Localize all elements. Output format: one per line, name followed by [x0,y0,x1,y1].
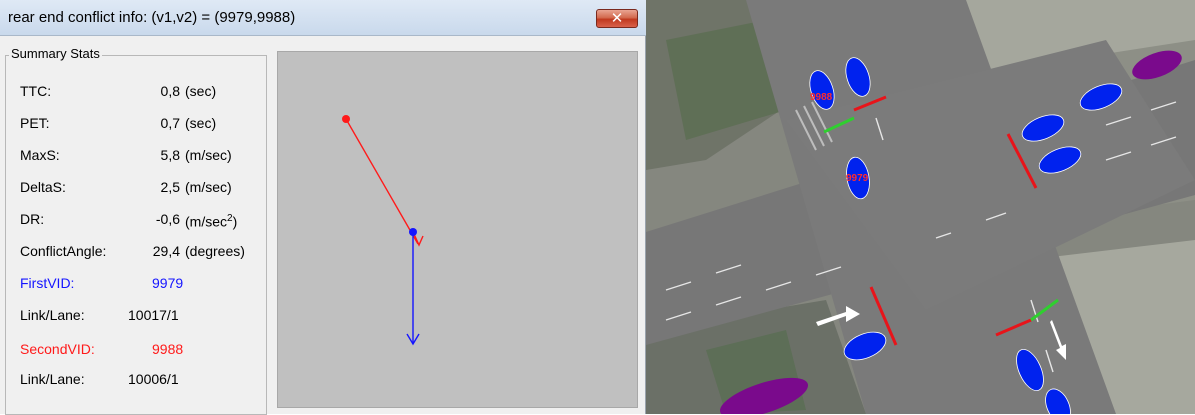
second-link-lane-label: Link/Lane: [20,371,85,387]
trajectory-canvas [342,115,424,346]
stat-value: -0,6 [155,211,180,227]
intersection-canvas: 9988 9979 [646,0,1195,414]
close-button[interactable]: ✕ [596,9,638,28]
stat-value: 5,8 [160,147,180,163]
stat-unit: (m/sec2) [185,209,237,232]
stat-value: 29,4 [152,243,180,259]
vehicle-label-9988: 9988 [810,92,833,103]
stat-label: DR: [20,211,45,227]
stat-value: 0,7 [160,115,180,131]
first-vid-value: 9979 [152,275,184,291]
first-link-lane-label: Link/Lane: [20,307,85,323]
second-vid-value: 9988 [152,341,184,357]
stat-label: TTC: [20,83,52,99]
stat-unit: (m/sec) [185,147,232,163]
stat-label: ConflictAngle: [20,243,107,259]
stat-unit: (m/sec) [185,179,232,195]
stat-unit: (sec) [185,115,217,131]
stat-unit-close: ) [232,213,238,230]
conflict-trajectory-plot [277,51,638,408]
conflict-info-window: rear end conflict info: (v1,v2) = (9979,… [0,0,646,415]
vehicle-label-9979: 9979 [846,173,869,184]
summary-stats-group [5,55,267,415]
close-icon: ✕ [610,9,624,27]
stat-value: 2,5 [160,179,180,195]
stat-unit-base: (m/sec [185,213,227,230]
stat-label: MaxS: [20,147,60,163]
stat-unit: (sec) [185,83,217,99]
first-vehicle-start-point [409,228,417,236]
summary-stats-label: Summary Stats [9,46,102,61]
stat-label: PET: [20,115,50,131]
window-title: rear end conflict info: (v1,v2) = (9979,… [8,9,296,26]
second-vehicle-vector [345,118,419,245]
first-link-lane-value: 10017/1 [128,307,179,323]
second-link-lane-value: 10006/1 [128,371,179,387]
title-bar[interactable]: rear end conflict info: (v1,v2) = (9979,… [0,0,646,36]
second-vehicle-start-point [342,115,350,123]
first-vid-label: FirstVID: [20,275,75,291]
simulation-view[interactable]: 9988 9979 [646,0,1195,414]
stat-unit: (degrees) [185,243,245,259]
stat-value: 0,8 [160,83,180,99]
second-vid-label: SecondVID: [20,341,95,357]
stat-label: DeltaS: [20,179,66,195]
